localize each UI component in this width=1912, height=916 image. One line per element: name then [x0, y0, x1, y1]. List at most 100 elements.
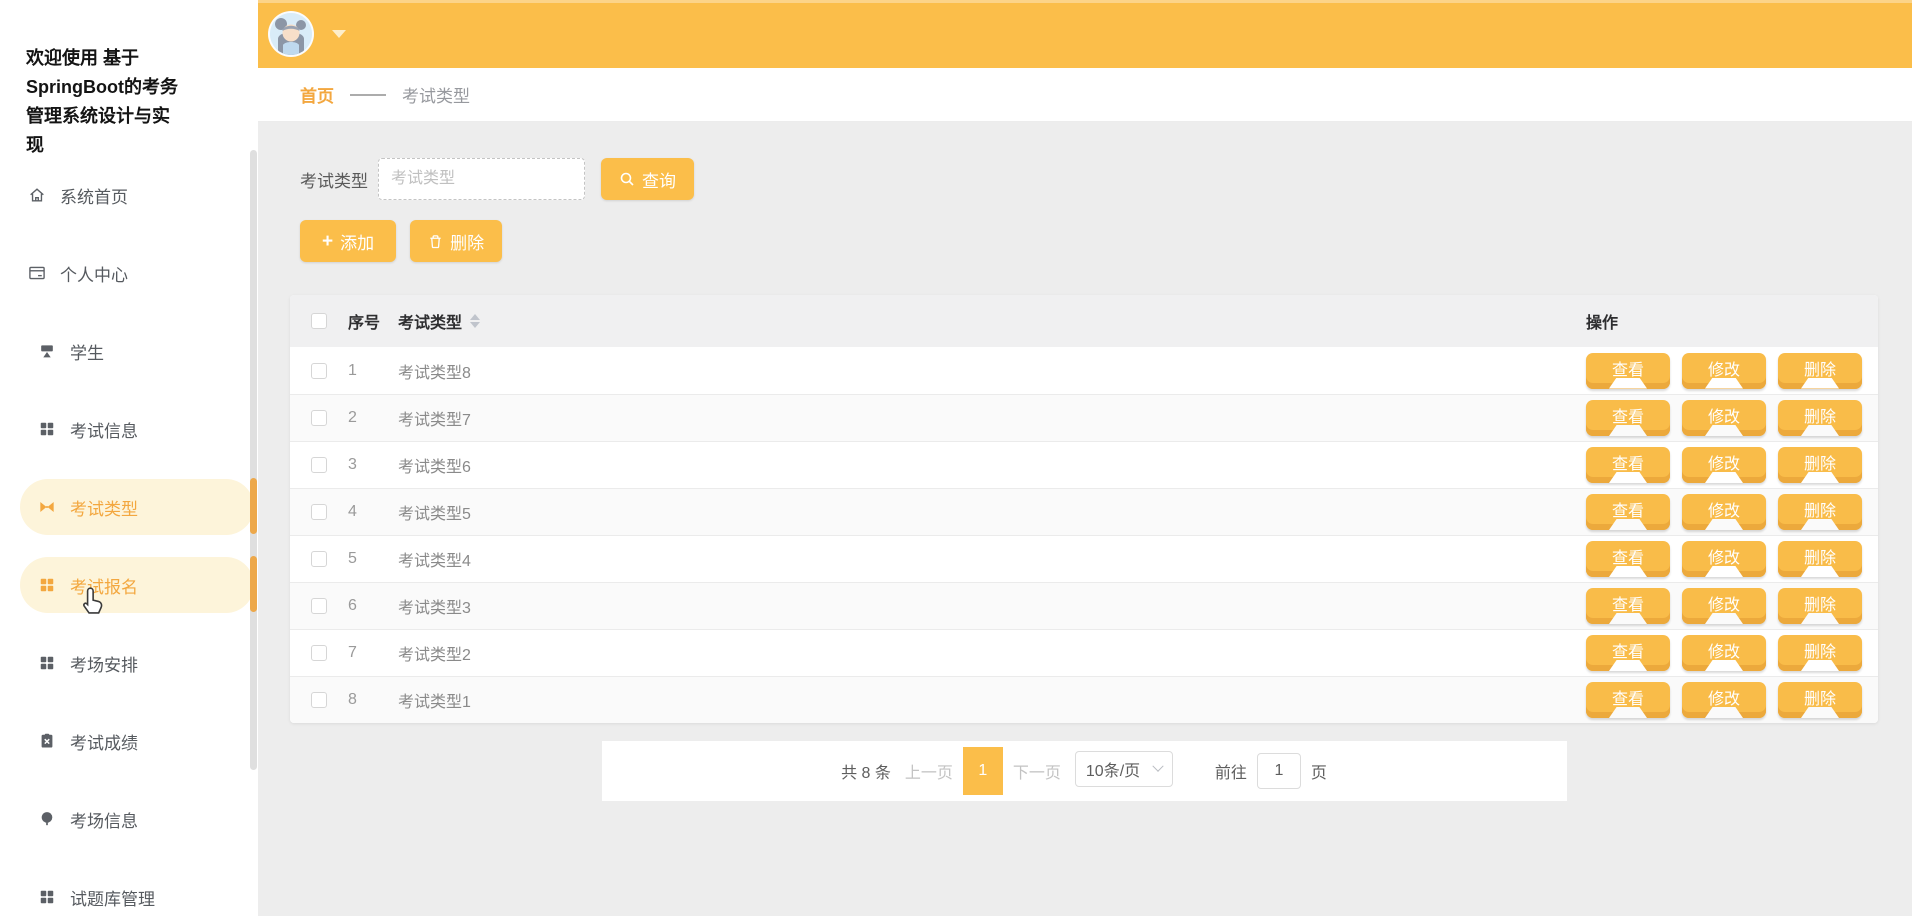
row-index: 8 — [348, 691, 357, 708]
sidebar-item-试题库管理[interactable]: 试题库管理 — [20, 869, 254, 916]
sidebar-item-系统首页[interactable]: 系统首页 — [20, 167, 254, 223]
delete-row-button[interactable]: 删除 — [1778, 447, 1862, 483]
next-page-button[interactable]: 下一页 — [1013, 759, 1061, 783]
view-button[interactable]: 查看 — [1586, 588, 1670, 624]
delete-row-button[interactable]: 删除 — [1778, 400, 1862, 436]
goto-page-input[interactable] — [1256, 753, 1301, 789]
view-button[interactable]: 查看 — [1586, 682, 1670, 718]
column-header-type: 考试类型 — [398, 315, 463, 332]
sidebar-item-考试类型[interactable]: 考试类型 — [20, 479, 254, 535]
grid-icon — [38, 420, 56, 438]
sidebar-menu: 系统首页个人中心学生考试信息考试类型考试报名考场安排考试成绩考场信息试题库管理 — [0, 167, 258, 916]
query-button[interactable]: 查询 — [601, 158, 694, 200]
row-checkbox[interactable] — [311, 598, 327, 614]
home-icon — [28, 186, 46, 204]
sidebar-item-考场安排[interactable]: 考场安排 — [20, 635, 254, 691]
row-type: 考试类型3 — [398, 600, 471, 617]
delete-row-button[interactable]: 删除 — [1778, 352, 1862, 389]
table-row: 3 考试类型6 查看 修改 删除 — [290, 441, 1878, 488]
row-checkbox[interactable] — [311, 504, 327, 520]
view-button[interactable]: 查看 — [1586, 541, 1670, 577]
table-header-row: 序号 考试类型 操作 — [290, 295, 1878, 347]
ticket-icon — [38, 498, 56, 516]
view-button[interactable]: 查看 — [1586, 494, 1670, 530]
delete-row-button[interactable]: 删除 — [1778, 588, 1862, 624]
sidebar-item-个人中心[interactable]: 个人中心 — [20, 245, 254, 301]
pagination-total: 共 8 条 — [841, 765, 891, 782]
goto-page-suffix: 页 — [1310, 765, 1327, 782]
add-button[interactable]: + 添加 — [300, 220, 397, 262]
view-button[interactable]: 查看 — [1586, 352, 1670, 389]
row-index: 3 — [348, 456, 357, 473]
clipboard-x-icon — [38, 732, 56, 750]
sidebar: 欢迎使用 基于SpringBoot的考务管理系统设计与实现 系统首页个人中心学生… — [0, 0, 258, 916]
chevron-down-icon[interactable] — [332, 30, 346, 38]
delete-row-button[interactable]: 删除 — [1778, 541, 1862, 577]
view-button[interactable]: 查看 — [1586, 447, 1670, 483]
column-header-actions: 操作 — [1586, 315, 1619, 332]
page-size-select[interactable]: 10条/页 — [1074, 751, 1173, 787]
delete-row-button[interactable]: 删除 — [1778, 682, 1862, 718]
sidebar-item-考试报名[interactable]: 考试报名 — [20, 557, 254, 613]
sidebar-item-label: 考场安排 — [70, 655, 138, 675]
podium-icon — [38, 342, 56, 360]
edit-button[interactable]: 修改 — [1682, 352, 1766, 389]
delete-button[interactable]: 删除 — [410, 220, 503, 262]
edit-button[interactable]: 修改 — [1682, 635, 1766, 671]
view-button[interactable]: 查看 — [1586, 400, 1670, 436]
edit-button[interactable]: 修改 — [1682, 447, 1766, 483]
panel-icon — [28, 264, 46, 282]
delete-row-button[interactable]: 删除 — [1778, 635, 1862, 671]
chevron-down-icon — [1152, 760, 1164, 772]
row-type: 考试类型1 — [398, 694, 471, 711]
search-input[interactable] — [378, 158, 585, 200]
sidebar-item-label: 考场信息 — [70, 811, 138, 831]
table-row: 8 考试类型1 查看 修改 删除 — [290, 676, 1878, 723]
app-title: 欢迎使用 基于SpringBoot的考务管理系统设计与实现 — [26, 48, 178, 155]
row-checkbox[interactable] — [311, 410, 327, 426]
row-checkbox[interactable] — [311, 551, 327, 567]
goto-page-label: 前往 — [1214, 765, 1247, 782]
row-index: 7 — [348, 644, 357, 661]
sidebar-item-label: 试题库管理 — [70, 889, 155, 909]
table-row: 5 考试类型4 查看 修改 删除 — [290, 535, 1878, 582]
view-button[interactable]: 查看 — [1586, 635, 1670, 671]
search-label: 考试类型 — [300, 171, 368, 191]
toolbar: + 添加 删除 — [300, 220, 1878, 262]
row-checkbox[interactable] — [311, 645, 327, 661]
sidebar-item-考试成绩[interactable]: 考试成绩 — [20, 713, 254, 769]
row-type: 考试类型4 — [398, 553, 471, 570]
row-type: 考试类型7 — [398, 412, 471, 429]
edit-button[interactable]: 修改 — [1682, 541, 1766, 577]
sidebar-item-考场信息[interactable]: 考场信息 — [20, 791, 254, 847]
row-type: 考试类型8 — [398, 364, 471, 382]
edit-button[interactable]: 修改 — [1682, 588, 1766, 624]
row-checkbox[interactable] — [311, 457, 327, 473]
edit-button[interactable]: 修改 — [1682, 400, 1766, 436]
sidebar-item-考试信息[interactable]: 考试信息 — [20, 401, 254, 457]
avatar[interactable] — [268, 11, 314, 57]
search-icon — [620, 172, 634, 186]
grid-icon — [38, 888, 56, 906]
row-checkbox[interactable] — [311, 692, 327, 708]
breadcrumb: 首页 考试类型 — [258, 68, 1912, 122]
mouse-cursor-icon — [83, 587, 103, 614]
row-index: 5 — [348, 550, 357, 567]
sidebar-scrollbar[interactable] — [250, 150, 257, 770]
page-number-button[interactable]: 1 — [962, 747, 1003, 795]
breadcrumb-separator — [350, 93, 386, 96]
table-row: 1 考试类型8 查看 修改 删除 — [290, 347, 1878, 394]
sidebar-item-学生[interactable]: 学生 — [20, 323, 254, 379]
delete-row-button[interactable]: 删除 — [1778, 494, 1862, 530]
edit-button[interactable]: 修改 — [1682, 682, 1766, 718]
select-all-checkbox[interactable] — [311, 313, 327, 329]
plus-icon: + — [322, 230, 334, 252]
prev-page-button[interactable]: 上一页 — [905, 759, 953, 783]
breadcrumb-current: 考试类型 — [402, 87, 470, 106]
edit-button[interactable]: 修改 — [1682, 494, 1766, 530]
breadcrumb-home[interactable]: 首页 — [300, 82, 334, 107]
sidebar-item-label: 系统首页 — [60, 187, 128, 207]
sort-carets-icon[interactable] — [470, 314, 481, 328]
table-row: 6 考试类型3 查看 修改 删除 — [290, 582, 1878, 629]
row-checkbox[interactable] — [311, 362, 327, 379]
